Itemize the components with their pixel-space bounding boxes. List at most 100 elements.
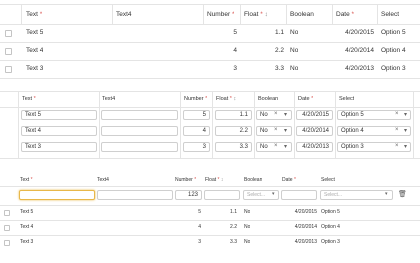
cell-float: 2.2 (274, 47, 284, 54)
text4-input[interactable] (101, 110, 178, 120)
column-header-boolean[interactable]: Boolean (258, 96, 278, 102)
clear-icon[interactable]: × (395, 111, 399, 117)
select-dropdown[interactable]: Option 4 (337, 126, 411, 136)
cell-select: Option 5 (381, 29, 406, 36)
select-dropdown[interactable]: Option 5 (337, 110, 411, 120)
column-header-text[interactable]: Text * (22, 96, 36, 102)
row-checkbox[interactable] (5, 48, 12, 55)
date-input[interactable]: 4/20/2013 (296, 142, 333, 152)
grid-header: Text * Text4 Number * Float * ↕ Boolean … (0, 4, 420, 24)
row-checkbox[interactable] (4, 210, 10, 216)
grid-header: Text * Text4 Number * Float * ↕ Boolean … (0, 91, 420, 107)
table-row[interactable]: Text 3 3 3.3 No 4/20/2013 Option 3 (0, 235, 420, 250)
column-header-float[interactable]: Float * ↕ (205, 177, 223, 183)
chevron-down-icon[interactable]: ▾ (284, 143, 287, 150)
column-header-select[interactable]: Select (381, 11, 399, 18)
new-text4-input[interactable] (97, 190, 173, 200)
cell-date: 4/20/2015 (345, 29, 374, 36)
text-input[interactable]: Text 4 (21, 126, 97, 136)
date-input[interactable]: 4/20/2014 (296, 126, 333, 136)
grid-readonly: Text * Text4 Number * Float * ↕ Boolean … (0, 4, 420, 79)
date-input[interactable]: 4/20/2015 (296, 110, 333, 120)
cell-number: 3 (198, 239, 201, 245)
column-header-date[interactable]: Date * (336, 11, 354, 18)
table-row[interactable]: Text 5 5 1.1 No 4/20/2015 Option 5 (0, 24, 420, 42)
clear-icon[interactable]: × (274, 111, 278, 117)
cell-select: Option 4 (381, 47, 406, 54)
cell-float: 1.1 (274, 29, 284, 36)
cell-float: 3.3 (274, 65, 284, 72)
new-row-form: 123 Select... ▾ Select... ▾ 🗑 (0, 187, 420, 204)
float-input[interactable]: 3.3 (215, 142, 252, 152)
new-float-input[interactable] (204, 190, 240, 200)
text4-input[interactable] (101, 126, 178, 136)
chevron-down-icon[interactable]: ▾ (404, 111, 407, 118)
table-row[interactable]: Text 4 4 2.2 No 4/20/2014 Option 4 (0, 42, 420, 60)
clear-icon[interactable]: × (274, 127, 278, 133)
cell-float: 1.1 (230, 209, 237, 215)
cell-float: 2.2 (230, 224, 237, 230)
cell-float: 3.3 (230, 239, 237, 245)
row-checkbox[interactable] (5, 30, 12, 37)
number-input[interactable]: 4 (183, 126, 210, 136)
column-header-number[interactable]: Number * (184, 96, 207, 102)
new-number-input[interactable]: 123 (175, 190, 202, 200)
new-text-input[interactable] (19, 190, 95, 200)
table-row[interactable]: Text 4 4 2.2 No × ▾ 4/20/2014 Option 4 ×… (0, 124, 420, 140)
table-row[interactable]: Text 5 5 1.1 No 4/20/2015 Option 5 (0, 205, 420, 220)
row-checkbox[interactable] (5, 66, 12, 73)
cell-text: Text 5 (20, 209, 34, 215)
column-header-text[interactable]: Text * (20, 177, 33, 183)
text-input[interactable]: Text 5 (21, 110, 97, 120)
text-input[interactable]: Text 3 (21, 142, 97, 152)
grid-header: Text * Text4 Number * Float * ↕ Boolean … (0, 172, 420, 186)
column-header-select[interactable]: Select (321, 177, 335, 183)
chevron-down-icon[interactable]: ▾ (284, 111, 287, 118)
cell-date: 4/20/2014 (345, 47, 374, 54)
table-row[interactable]: Text 3 3 3.3 No 4/20/2013 Option 3 (0, 60, 420, 78)
row-checkbox[interactable] (4, 240, 10, 246)
clear-icon[interactable]: × (274, 143, 278, 149)
cell-date: 4/20/2015 (294, 209, 317, 215)
cell-select: Option 3 (321, 239, 340, 245)
cell-number: 4 (233, 47, 237, 54)
number-input[interactable]: 3 (183, 142, 210, 152)
column-header-float[interactable]: Float * ↕ (216, 96, 236, 102)
column-header-boolean[interactable]: Boolean (290, 11, 314, 18)
cell-number: 5 (233, 29, 237, 36)
column-header-text4[interactable]: Text4 (97, 177, 109, 183)
column-header-float[interactable]: Float * ↕ (244, 11, 268, 18)
table-row[interactable]: Text 4 4 2.2 No 4/20/2014 Option 4 (0, 220, 420, 235)
column-header-text4[interactable]: Text4 (102, 96, 115, 102)
cell-number: 3 (233, 65, 237, 72)
column-header-date[interactable]: Date * (282, 177, 296, 183)
column-header-number[interactable]: Number * (175, 177, 196, 183)
number-input[interactable]: 5 (183, 110, 210, 120)
new-select-dropdown[interactable]: Select... (320, 190, 393, 200)
table-row[interactable]: Text 3 3 3.3 No × ▾ 4/20/2013 Option 3 ×… (0, 140, 420, 156)
trash-icon[interactable]: 🗑 (398, 190, 407, 198)
row-checkbox[interactable] (4, 225, 10, 231)
chevron-down-icon[interactable]: ▾ (272, 191, 275, 197)
chevron-down-icon[interactable]: ▾ (404, 127, 407, 134)
cell-text: Text 4 (26, 47, 44, 54)
column-header-select[interactable]: Select (339, 96, 354, 102)
column-header-date[interactable]: Date * (298, 96, 313, 102)
table-row[interactable]: Text 5 5 1.1 No × ▾ 4/20/2015 Option 5 ×… (0, 108, 420, 124)
grid-add-row: Text * Text4 Number * Float * ↕ Boolean … (0, 172, 420, 252)
select-dropdown[interactable]: Option 3 (337, 142, 411, 152)
column-header-number[interactable]: Number * (207, 11, 234, 18)
clear-icon[interactable]: × (395, 127, 399, 133)
float-input[interactable]: 1.1 (215, 110, 252, 120)
cell-boolean: No (244, 239, 251, 245)
column-header-text[interactable]: Text * (26, 11, 42, 18)
clear-icon[interactable]: × (395, 143, 399, 149)
chevron-down-icon[interactable]: ▾ (385, 191, 388, 197)
chevron-down-icon[interactable]: ▾ (404, 143, 407, 150)
chevron-down-icon[interactable]: ▾ (284, 127, 287, 134)
new-date-input[interactable] (281, 190, 317, 200)
float-input[interactable]: 2.2 (215, 126, 252, 136)
text4-input[interactable] (101, 142, 178, 152)
column-header-text4[interactable]: Text4 (116, 11, 132, 18)
column-header-boolean[interactable]: Boolean (244, 177, 262, 183)
